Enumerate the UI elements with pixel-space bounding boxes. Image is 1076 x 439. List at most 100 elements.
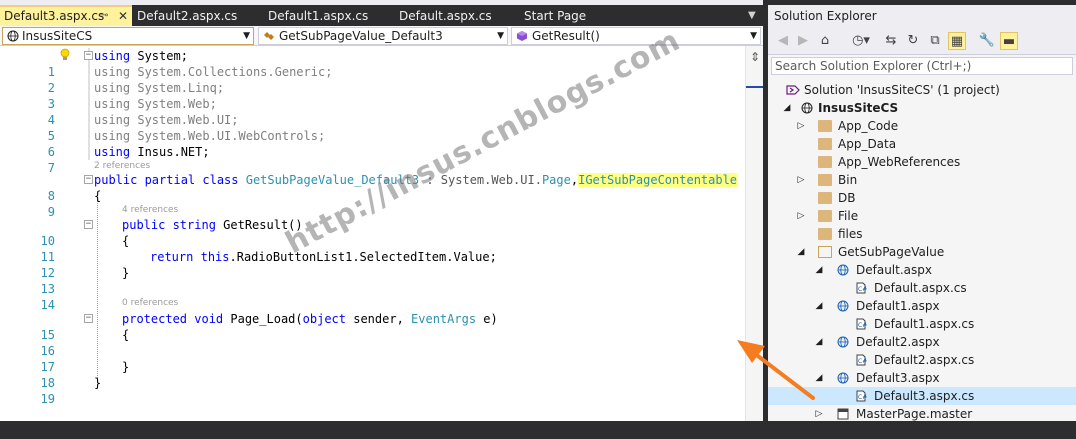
properties-wrench-icon[interactable]: 🔧 [978,32,996,50]
project-dropdown[interactable]: InsusSiteCS ▼ [2,27,254,45]
tab-start-page[interactable]: Start Page [524,5,586,27]
expanded-icon[interactable]: ◢ [814,333,824,351]
web-page-icon [837,264,849,276]
code-text-area[interactable]: 1 − using System; 2 using System.Collect… [0,46,745,421]
tree-item-db[interactable]: DB [768,189,1076,207]
collapsed-icon[interactable]: ▷ [796,117,806,135]
code-line-5: 5 using System.Web.UI; [0,112,745,143]
tree-label: App_Data [838,137,897,151]
member-dropdown[interactable]: GetResult() ▼ [511,27,761,45]
tree-item-default1-aspx-cs[interactable]: C# Default1.aspx.cs [768,315,1076,333]
tree-item-getsubpagevalue[interactable]: ◢ GetSubPageValue [768,243,1076,261]
pin-icon[interactable]: ⊸ [100,7,108,25]
code-line-18: 18 } [0,359,745,390]
expanded-icon[interactable]: ◢ [814,369,824,387]
folder-icon [818,138,832,150]
tab-default3-aspx-cs[interactable]: Default3.aspx.cs ⊸ ✕ [0,5,132,27]
open-folder-icon [818,246,832,258]
globe-icon [7,30,19,42]
code-text: using System.Web; [94,97,217,111]
collapsed-icon[interactable]: ▷ [796,207,806,225]
visual-studio-window: Default3.aspx.cs ⊸ ✕ Default2.aspx.cs De… [0,0,1076,421]
tab-default-aspx-cs[interactable]: Default.aspx.cs [399,5,492,27]
code-line-19: 19 } [0,375,745,406]
tree-item-default3-aspx-cs[interactable]: C# Default3.aspx.cs [768,387,1076,405]
tree-item-default-aspx[interactable]: ◢ Default.aspx [768,261,1076,279]
tree-label: App_Code [838,119,899,133]
tree-item-app-webreferences[interactable]: App_WebReferences [768,153,1076,171]
tab-label: Default3.aspx.cs [4,9,105,23]
tree-item-default2-aspx-cs[interactable]: C# Default2.aspx.cs [768,351,1076,369]
collapsed-icon[interactable]: ▷ [796,171,806,189]
code-text: protected void Page_Load(object sender, … [122,312,498,326]
code-text: { [122,234,130,248]
codelens-references[interactable]: 4 references [122,204,178,217]
tree-item-default1-aspx[interactable]: ◢ Default1.aspx [768,297,1076,315]
tree-item-solution[interactable]: Solution 'InsusSiteCS' (1 project) [768,81,1076,99]
collapse-icon[interactable]: − [84,220,93,229]
web-page-icon [837,300,849,312]
tab-label: Default1.aspx.cs [268,9,369,23]
tree-item-default-aspx-cs[interactable]: C# Default.aspx.cs [768,279,1076,297]
code-text: public string GetResult() [122,218,303,232]
tab-default2-aspx-cs[interactable]: Default2.aspx.cs [137,5,237,27]
expanded-icon[interactable]: ◢ [782,99,792,117]
refresh-icon[interactable]: ↻ [904,32,922,50]
code-file-icon: C# [856,282,867,294]
show-all-files-icon[interactable]: ▦ [948,32,966,50]
tree-item-default2-aspx[interactable]: ◢ Default2.aspx [768,333,1076,351]
expanded-icon[interactable]: ◢ [796,243,806,261]
solution-icon [786,85,800,95]
collapse-icon[interactable]: − [84,51,93,60]
folder-icon [818,192,832,204]
code-line-2: 2 using System.Collections.Generic; [0,64,745,95]
close-icon[interactable]: ✕ [118,7,128,25]
tree-item-file[interactable]: ▷ File [768,207,1076,225]
tree-item-masterpage[interactable]: ▷ MasterPage.master [768,405,1076,423]
class-dropdown[interactable]: GetSubPageValue_Default3 ▼ [258,27,508,45]
tree-item-app-code[interactable]: ▷ App_Code [768,117,1076,135]
solution-search-box[interactable] [771,57,1073,75]
code-text: using System.Collections.Generic; [94,65,333,79]
tree-label: MasterPage.master [856,407,973,421]
split-window-icon[interactable]: ⇕ [748,50,762,64]
expanded-icon[interactable]: ◢ [814,261,824,279]
class-dropdown-value: GetSubPageValue_Default3 [279,29,443,43]
tab-overflow-icon[interactable]: ▼ [748,5,756,27]
back-icon[interactable]: ◀ [774,32,792,50]
code-line-16: 16 { [0,327,745,358]
tree-label: GetSubPageValue [838,245,945,259]
tab-label: Default.aspx.cs [399,9,492,23]
tree-item-default3-aspx[interactable]: ◢ Default3.aspx [768,369,1076,387]
svg-text:C#: C# [858,322,867,329]
code-text: } [122,266,130,280]
collapse-all-icon[interactable]: ⧉ [926,32,944,50]
tree-item-app-data[interactable]: App_Data [768,135,1076,153]
collapsed-icon[interactable]: ▷ [814,405,824,423]
tree-label: Default.aspx.cs [874,281,967,295]
forward-icon[interactable]: ▶ [794,32,812,50]
expanded-icon[interactable]: ◢ [814,297,824,315]
code-line-14: 14 [0,281,745,312]
navigation-bar: InsusSiteCS ▼ GetSubPageValue_Default3 ▼… [0,26,763,46]
folder-icon [818,120,832,132]
master-page-icon [837,408,849,420]
tree-item-files[interactable]: files [768,225,1076,243]
history-icon[interactable]: ◷▾ [848,32,874,50]
solution-search-input[interactable] [775,58,1069,74]
solution-explorer-panel: Solution Explorer ◀ ▶ ⌂ ◷▾ ⇆ ↻ ⧉ ▦ 🔧 ▬ S… [768,5,1076,421]
tree-item-project[interactable]: ◢ InsusSiteCS [768,99,1076,117]
code-text: using System; [94,49,188,63]
code-text: using Insus.NET; [94,145,210,159]
collapse-icon[interactable]: − [84,175,93,184]
home-icon[interactable]: ⌂ [816,32,834,50]
preview-icon[interactable]: ▬ [1000,32,1018,50]
tree-label: App_WebReferences [838,155,961,169]
tab-default1-aspx-cs[interactable]: Default1.aspx.cs [268,5,368,27]
sync-icon[interactable]: ⇆ [882,32,900,50]
tree-item-bin[interactable]: ▷ Bin [768,171,1076,189]
vertical-scrollbar[interactable]: ⇕ [745,46,763,421]
collapse-icon[interactable]: − [84,314,93,323]
codelens-references[interactable]: 0 references [122,297,178,310]
code-line-15: 15 − protected void Page_Load(object sen… [0,311,745,342]
